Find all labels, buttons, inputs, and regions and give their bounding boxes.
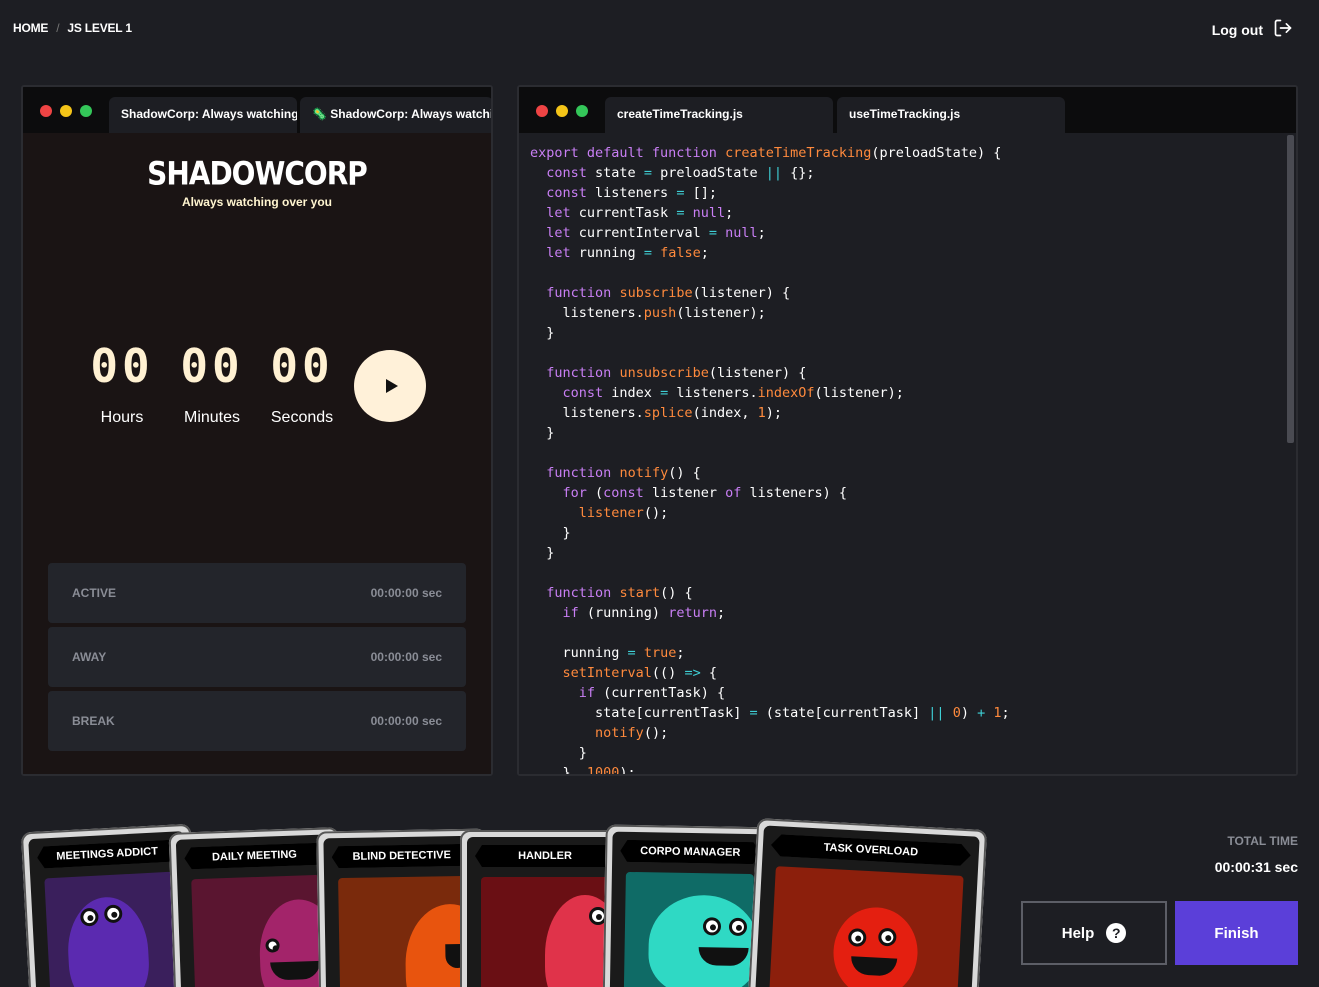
window-controls <box>40 105 92 117</box>
minimize-dot-icon[interactable] <box>60 105 72 117</box>
card-art <box>191 874 339 987</box>
minutes-label: Minutes <box>183 409 241 426</box>
status-label: ACTIVE <box>72 586 117 600</box>
logout-button[interactable]: Log out <box>1212 18 1293 41</box>
editor-tab-createTimeTracking[interactable]: createTimeTracking.js <box>605 97 833 133</box>
minimize-dot-icon[interactable] <box>556 105 568 117</box>
logout-icon <box>1273 18 1293 41</box>
finish-button[interactable]: Finish <box>1175 901 1298 965</box>
finish-label: Finish <box>1214 924 1259 942</box>
card-title: HANDLER <box>475 845 615 867</box>
timer-hours: 00 Hours <box>90 339 154 427</box>
preview-tab-label: ShadowCorp: Always watching <box>121 107 297 121</box>
total-time-value: 00:00:31 sec <box>1214 859 1298 875</box>
editor-window: createTimeTracking.js useTimeTracking.js… <box>517 85 1298 776</box>
card-art <box>623 871 760 987</box>
status-row-break: BREAK 00:00:00 sec <box>48 691 466 751</box>
monster-icon <box>831 905 920 987</box>
code-editor[interactable]: export default function createTimeTracki… <box>519 133 1296 774</box>
app-logo: SHADOWCORP <box>147 154 368 193</box>
editor-tab-useTimeTracking[interactable]: useTimeTracking.js <box>837 97 1065 133</box>
total-time-label: TOTAL TIME <box>1227 834 1298 848</box>
breadcrumb-current: JS LEVEL 1 <box>67 21 132 35</box>
play-icon <box>385 379 398 393</box>
card-task-overload[interactable]: TASK OVERLOAD <box>746 818 988 987</box>
app-tagline: Always watching over you <box>181 195 333 209</box>
card-art <box>768 866 964 987</box>
logout-label: Log out <box>1211 21 1263 38</box>
card-title: TASK OVERLOAD <box>770 834 971 866</box>
card-title: BLIND DETECTIVE <box>332 844 472 868</box>
hours-digits: 00 <box>90 339 154 393</box>
preview-tab-1[interactable]: ShadowCorp: Always watching <box>109 97 297 133</box>
app-body: SHADOWCORP Always watching over you 00 H… <box>23 133 491 774</box>
editor-tab-label: createTimeTracking.js <box>617 107 743 121</box>
hours-label: Hours <box>100 409 144 426</box>
breadcrumb: HOME / JS LEVEL 1 <box>13 21 132 35</box>
card-art <box>44 871 180 987</box>
preview-window: ShadowCorp: Always watching 🦠 ShadowCorp… <box>21 85 493 776</box>
monster-icon <box>647 894 760 987</box>
close-dot-icon[interactable] <box>40 105 52 117</box>
virus-icon: 🦠 <box>312 107 327 121</box>
editor-tab-label: useTimeTracking.js <box>849 107 961 121</box>
timer-seconds: 00 Seconds <box>270 339 334 427</box>
monster-icon <box>65 895 152 987</box>
question-icon: ? <box>1106 923 1127 943</box>
editor-scrollbar[interactable] <box>1287 135 1294 443</box>
window-controls <box>536 105 588 117</box>
card-title: MEETINGS ADDICT <box>37 839 178 868</box>
card-art <box>338 875 483 987</box>
card-title: DAILY MEETING <box>184 843 325 870</box>
status-value: 00:00:00 sec <box>370 586 442 600</box>
preview-tab-label: ShadowCorp: Always watching <box>330 107 493 121</box>
card-title: CORPO MANAGER <box>620 840 760 864</box>
code-content[interactable]: export default function createTimeTracki… <box>530 143 1010 774</box>
seconds-digits: 00 <box>270 339 334 393</box>
minutes-digits: 00 <box>180 339 244 393</box>
status-row-active: ACTIVE 00:00:00 sec <box>48 563 466 623</box>
preview-titlebar: ShadowCorp: Always watching 🦠 ShadowCorp… <box>23 87 491 133</box>
breadcrumb-home[interactable]: HOME <box>13 21 48 35</box>
card-hand: MEETINGS ADDICT DAILY MEETING BLIND DETE… <box>0 800 1000 987</box>
preview-tab-2[interactable]: 🦠 ShadowCorp: Always watching <box>300 97 493 133</box>
play-button[interactable] <box>354 350 426 422</box>
timer-minutes: 00 Minutes <box>180 339 244 427</box>
status-value: 00:00:00 sec <box>370 714 442 728</box>
status-value: 00:00:00 sec <box>370 650 442 664</box>
close-dot-icon[interactable] <box>536 105 548 117</box>
timer: 00 Hours 00 Minutes 00 Seconds <box>90 339 334 427</box>
status-label: BREAK <box>72 714 115 728</box>
editor-titlebar: createTimeTracking.js useTimeTracking.js <box>519 87 1296 133</box>
seconds-label: Seconds <box>270 409 334 426</box>
breadcrumb-separator: / <box>56 21 60 35</box>
card-art <box>481 877 623 987</box>
status-row-away: AWAY 00:00:00 sec <box>48 627 466 687</box>
help-button[interactable]: Help ? <box>1021 901 1167 965</box>
help-label: Help <box>1061 924 1095 942</box>
maximize-dot-icon[interactable] <box>576 105 588 117</box>
top-bar: HOME / JS LEVEL 1 Log out <box>0 0 1319 58</box>
status-label: AWAY <box>72 650 107 664</box>
maximize-dot-icon[interactable] <box>80 105 92 117</box>
